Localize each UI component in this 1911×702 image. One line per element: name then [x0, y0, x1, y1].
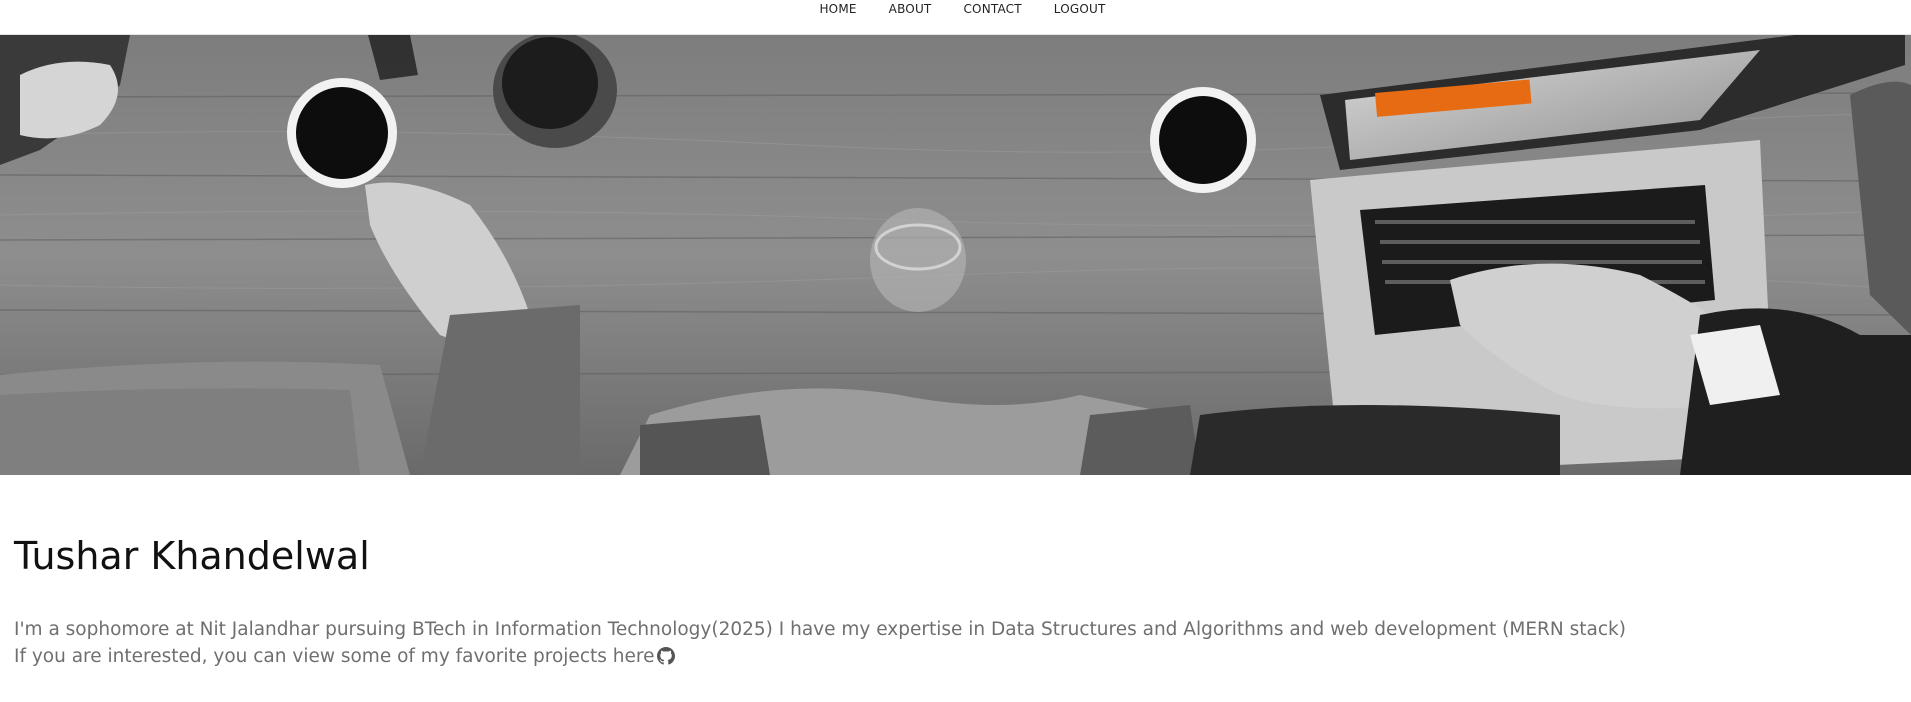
hero-photo-illustration [0, 35, 1911, 475]
profile-name: Tushar Khandelwal [14, 534, 370, 578]
nav-item-about: ABOUT [873, 0, 948, 16]
bio-line-2: If you are interested, you can view some… [14, 646, 655, 667]
nav-item-home: HOME [803, 0, 872, 16]
bio-line-1: I'm a sophomore at Nit Jalandhar pursuin… [14, 619, 1626, 640]
nav-link-about[interactable]: ABOUT [873, 0, 948, 16]
github-link[interactable] [657, 646, 676, 673]
bio-line-2-row: If you are interested, you can view some… [14, 643, 1897, 673]
nav-item-logout: LOGOUT [1038, 0, 1122, 16]
nav-link-logout[interactable]: LOGOUT [1038, 0, 1122, 16]
profile-bio: I'm a sophomore at Nit Jalandhar pursuin… [14, 616, 1897, 673]
nav-item-contact: CONTACT [947, 0, 1037, 16]
top-navbar: HOME ABOUT CONTACT LOGOUT [0, 0, 1911, 35]
nav-link-contact[interactable]: CONTACT [947, 0, 1037, 16]
nav-link-home[interactable]: HOME [803, 0, 872, 16]
github-icon [657, 647, 676, 665]
profile-section: Tushar Khandelwal I'm a sophomore at Nit… [14, 528, 1897, 673]
hero-banner-image [0, 35, 1911, 475]
nav-menu: HOME ABOUT CONTACT LOGOUT [803, 0, 1121, 16]
